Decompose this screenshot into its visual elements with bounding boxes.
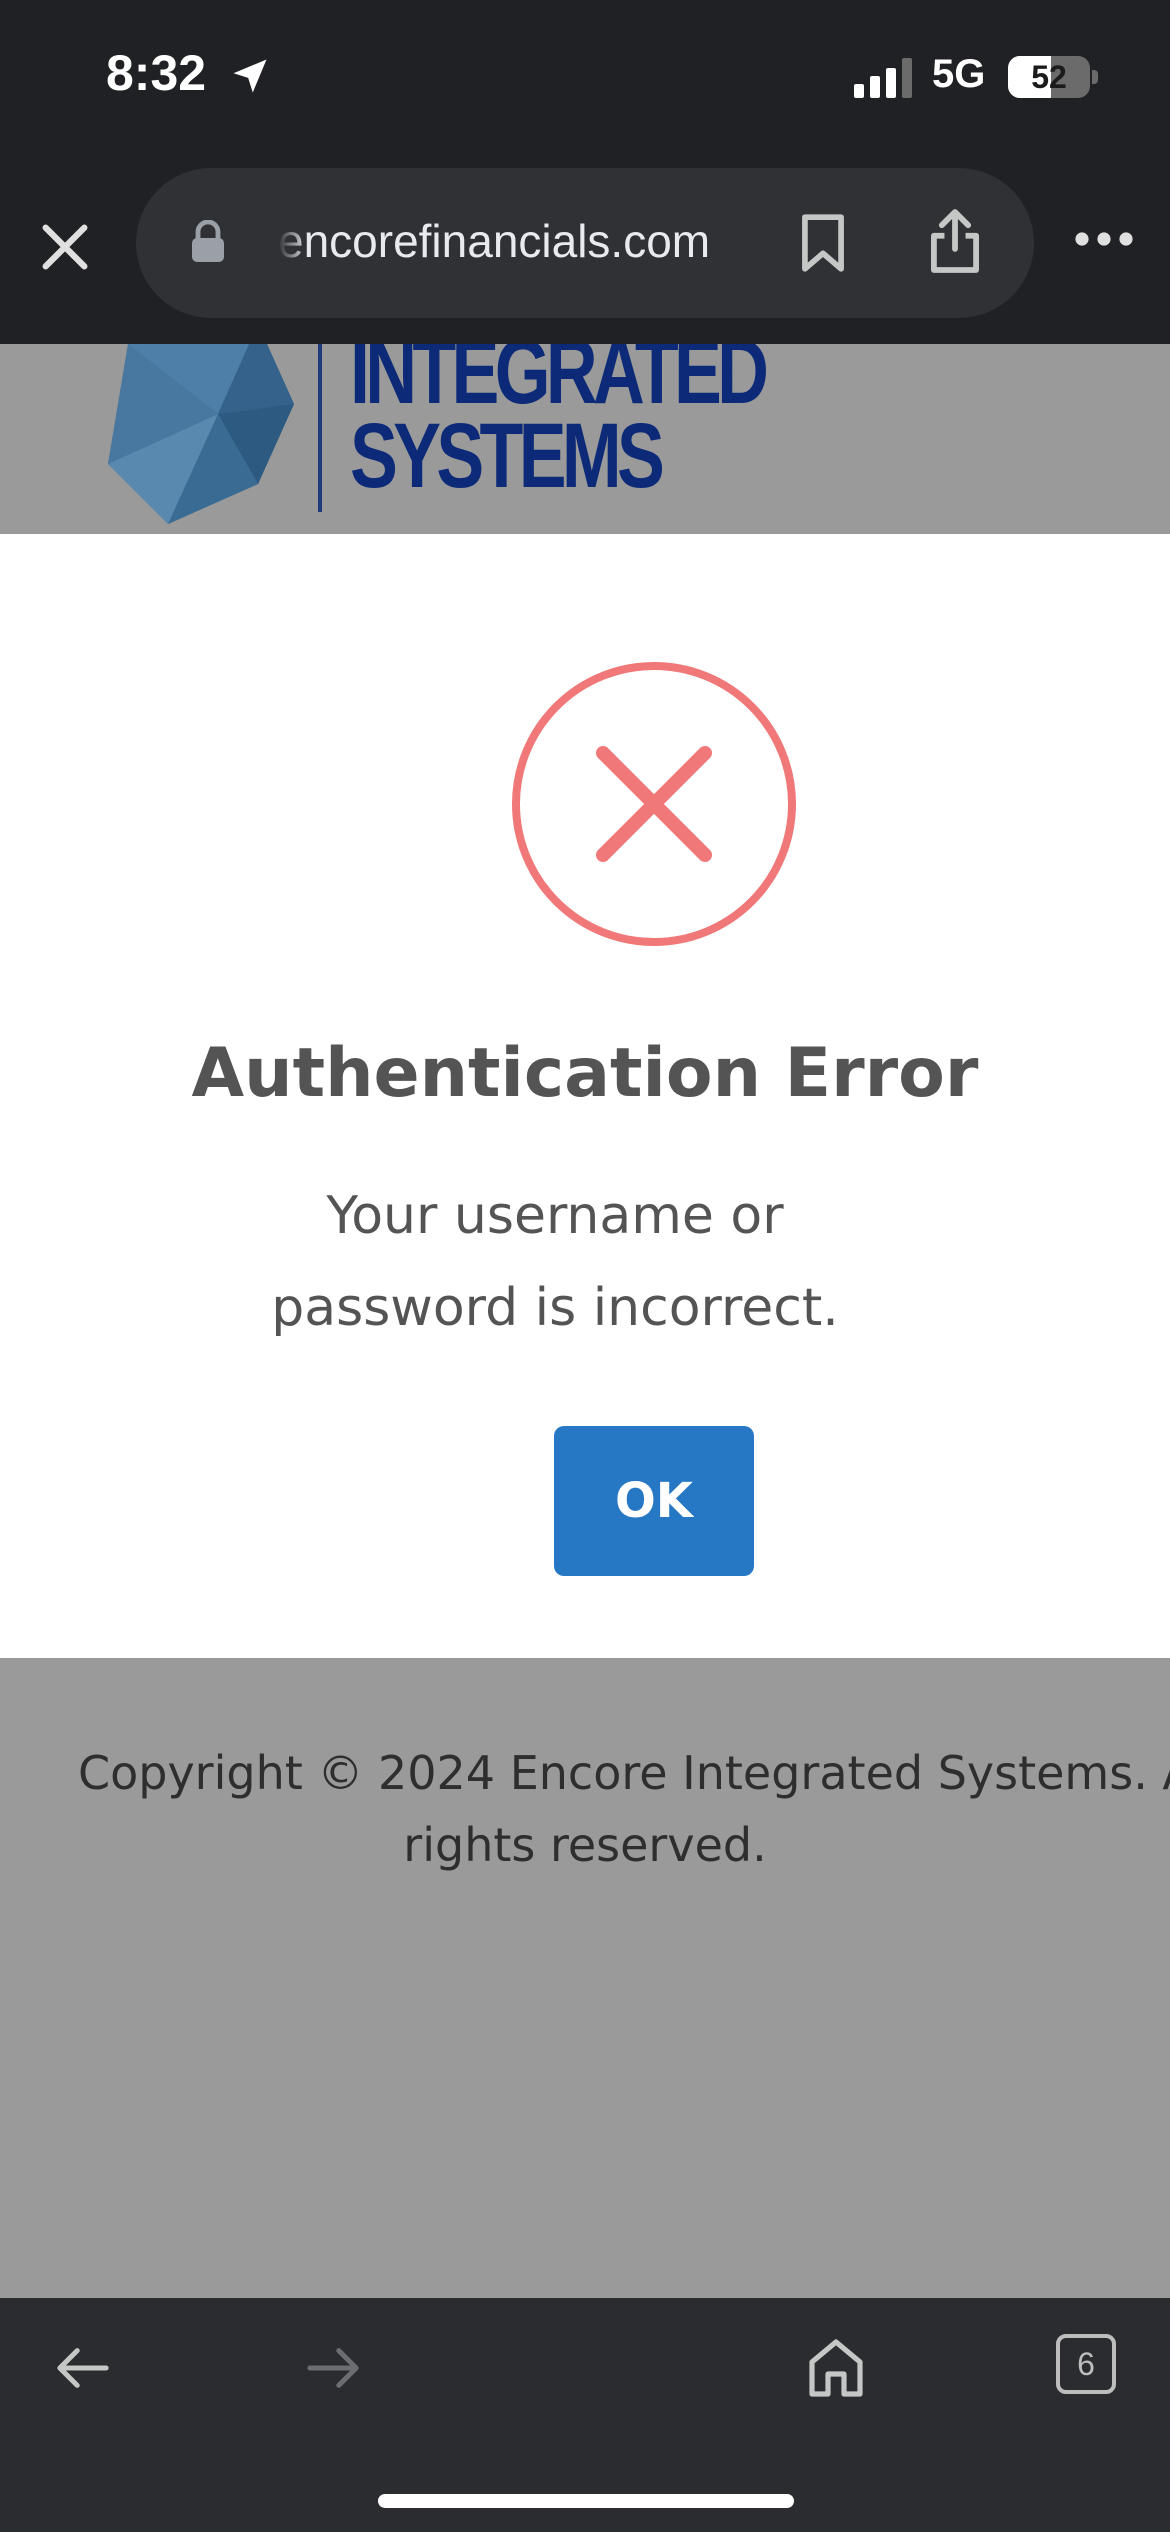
browser-bottom-bar: 6 (0, 2298, 1170, 2532)
status-bar: 8:32 5G 52 (0, 0, 1170, 160)
page-footer: Copyright © 2024 Encore Integrated Syste… (0, 1658, 1170, 2298)
dialog-title: Authentication Error (191, 1034, 979, 1113)
battery-nub (1092, 70, 1098, 84)
logo-wordmark: INTEGRATED SYSTEMS (350, 344, 769, 507)
logo-line-1: INTEGRATED (350, 344, 769, 423)
copyright-line-2: rights reserved. (403, 1818, 767, 1872)
ok-button[interactable]: OK (554, 1426, 754, 1576)
tabs-button[interactable]: 6 (1056, 2334, 1116, 2394)
forward-arrow-icon[interactable] (306, 2346, 360, 2390)
error-dialog: Authentication Error Your username or pa… (0, 534, 1170, 1658)
location-arrow-icon (233, 59, 267, 93)
back-arrow-icon[interactable] (56, 2346, 110, 2390)
logo-divider (318, 344, 322, 512)
close-icon[interactable] (36, 218, 94, 276)
network-label: 5G (932, 52, 986, 96)
more-options-icon[interactable] (1072, 228, 1136, 250)
home-indicator[interactable] (378, 2494, 794, 2508)
bookmark-icon[interactable] (796, 212, 850, 274)
battery-icon: 52 (1008, 56, 1090, 98)
page-header: INTEGRATED SYSTEMS (0, 344, 1170, 534)
signal-bars-icon (854, 58, 912, 98)
error-x-icon (512, 662, 796, 946)
status-time: 8:32 (106, 45, 207, 101)
screen: 8:32 5G 52 encorefinancials.com INTEGRAT… (0, 0, 1170, 2532)
home-icon[interactable] (806, 2336, 866, 2400)
share-icon[interactable] (926, 206, 984, 276)
logo-gem-icon (108, 344, 294, 524)
logo-line-2: SYSTEMS (350, 405, 665, 507)
lock-icon (192, 220, 224, 262)
dialog-message: Your username or password is incorrect. (271, 1186, 839, 1338)
address-bar[interactable]: encorefinancials.com (136, 168, 1034, 318)
battery-percent: 52 (1031, 58, 1067, 95)
copyright-line-1: Copyright © 2024 Encore Integrated Syste… (78, 1746, 1170, 1800)
browser-toolbar: encorefinancials.com (0, 160, 1170, 344)
